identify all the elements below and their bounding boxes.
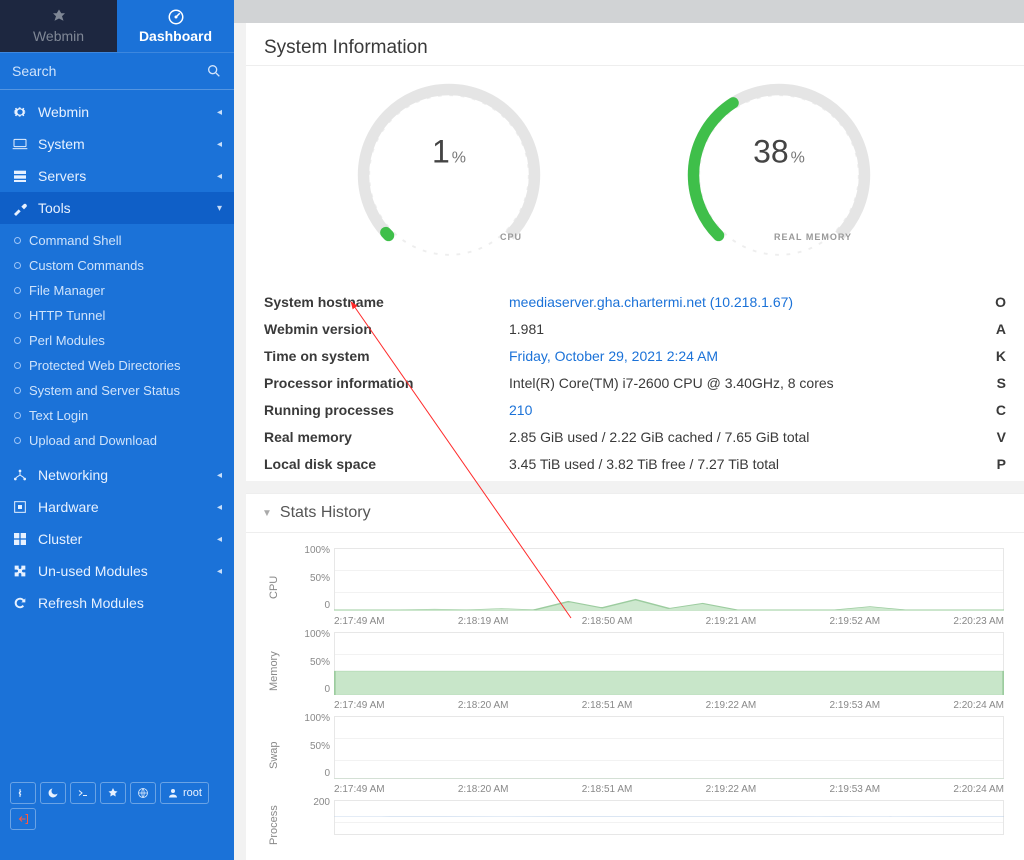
sidebar-toggle-button[interactable] (10, 782, 36, 804)
gauge-icon (167, 8, 185, 26)
main-content: System Information 1% CPU (234, 0, 1024, 860)
table-row: Running processes210C (264, 396, 1006, 423)
stats-history-header[interactable]: ▼ Stats History (246, 493, 1024, 533)
sub-item-upload-download[interactable]: Upload and Download (0, 428, 234, 453)
hostname-link[interactable]: meediaserver.gha.chartermi.net (10.218.1… (509, 294, 793, 310)
webmin-logo-icon (50, 8, 68, 26)
terminal-button[interactable] (70, 782, 96, 804)
laptop-icon (12, 136, 28, 152)
logout-button[interactable] (10, 808, 36, 830)
time-link[interactable]: Friday, October 29, 2021 2:24 AM (509, 348, 718, 364)
refresh-icon (12, 595, 28, 611)
table-row: Webmin version1.981A (264, 315, 1006, 342)
favorites-button[interactable] (100, 782, 126, 804)
stats-history-panel: CPU100%50%02:17:49 AM2:18:19 AM2:18:50 A… (246, 533, 1024, 860)
puzzle-icon (12, 563, 28, 579)
sidebar: Webmin Dashboard Webmin◂ System◂ Servers (0, 0, 234, 860)
chevron-left-icon: ◂ (217, 470, 222, 481)
chart-process: Process200 (268, 797, 1014, 853)
sub-item-command-shell[interactable]: Command Shell (0, 228, 234, 253)
table-row: System hostnamemeediaserver.gha.charterm… (264, 288, 1006, 315)
tab-webmin[interactable]: Webmin (0, 0, 117, 52)
network-icon (12, 467, 28, 483)
chevron-left-icon: ◂ (217, 171, 222, 182)
chevron-left-icon: ◂ (217, 502, 222, 513)
sub-item-system-server-status[interactable]: System and Server Status (0, 378, 234, 403)
sidebar-item-webmin[interactable]: Webmin◂ (0, 96, 234, 128)
user-button[interactable]: root (160, 782, 209, 804)
table-row: Local disk space3.45 TiB used / 3.82 TiB… (264, 450, 1006, 477)
chevron-left-icon: ◂ (217, 534, 222, 545)
sub-item-http-tunnel[interactable]: HTTP Tunnel (0, 303, 234, 328)
sidebar-item-unused[interactable]: Un-used Modules◂ (0, 555, 234, 587)
chart-memory: Memory100%50%02:17:49 AM2:18:20 AM2:18:5… (268, 629, 1014, 713)
cpu-gauge: 1% CPU (354, 80, 544, 270)
search-icon[interactable] (206, 63, 222, 79)
chevron-down-icon: ▾ (217, 203, 222, 214)
tools-icon (12, 200, 28, 216)
table-row: Processor informationIntel(R) Core(TM) i… (264, 369, 1006, 396)
chart-swap: Swap100%50%02:17:49 AM2:18:20 AM2:18:51 … (268, 713, 1014, 797)
cluster-icon (12, 531, 28, 547)
chart-cpu: CPU100%50%02:17:49 AM2:18:19 AM2:18:50 A… (268, 545, 1014, 629)
window-titlebar (234, 0, 1024, 23)
search-bar (0, 52, 234, 90)
sub-item-protected-web[interactable]: Protected Web Directories (0, 353, 234, 378)
sidebar-item-tools[interactable]: Tools▾ (0, 192, 234, 224)
tab-dashboard[interactable]: Dashboard (117, 0, 234, 52)
bottom-toolbar: root (0, 774, 234, 860)
language-button[interactable] (130, 782, 156, 804)
hardware-icon (12, 499, 28, 515)
tools-submenu: Command Shell Custom Commands File Manag… (0, 224, 234, 459)
sidebar-item-system[interactable]: System◂ (0, 128, 234, 160)
collapse-icon: ▼ (262, 508, 272, 519)
sub-item-text-login[interactable]: Text Login (0, 403, 234, 428)
chevron-left-icon: ◂ (217, 107, 222, 118)
sidebar-item-cluster[interactable]: Cluster◂ (0, 523, 234, 555)
table-row: Time on systemFriday, October 29, 2021 2… (264, 342, 1006, 369)
chevron-left-icon: ◂ (217, 139, 222, 150)
sidebar-item-refresh[interactable]: Refresh Modules (0, 587, 234, 619)
system-info-table: System hostnamemeediaserver.gha.charterm… (264, 288, 1006, 477)
sub-item-file-manager[interactable]: File Manager (0, 278, 234, 303)
gear-icon (12, 104, 28, 120)
sub-item-perl-modules[interactable]: Perl Modules (0, 328, 234, 353)
sub-item-custom-commands[interactable]: Custom Commands (0, 253, 234, 278)
sidebar-item-servers[interactable]: Servers◂ (0, 160, 234, 192)
night-mode-button[interactable] (40, 782, 66, 804)
sidebar-item-hardware[interactable]: Hardware◂ (0, 491, 234, 523)
panel-title: System Information (246, 23, 1024, 66)
table-row: Real memory2.85 GiB used / 2.22 GiB cach… (264, 423, 1006, 450)
nav-menu: Webmin◂ System◂ Servers◂ Tools▾ Command … (0, 90, 234, 619)
chevron-left-icon: ◂ (217, 566, 222, 577)
search-input[interactable] (12, 63, 206, 79)
memory-gauge: 38% REAL MEMORY (684, 80, 874, 270)
system-information-panel: System Information 1% CPU (246, 23, 1024, 481)
servers-icon (12, 168, 28, 184)
processes-link[interactable]: 210 (509, 402, 532, 418)
sidebar-item-networking[interactable]: Networking◂ (0, 459, 234, 491)
